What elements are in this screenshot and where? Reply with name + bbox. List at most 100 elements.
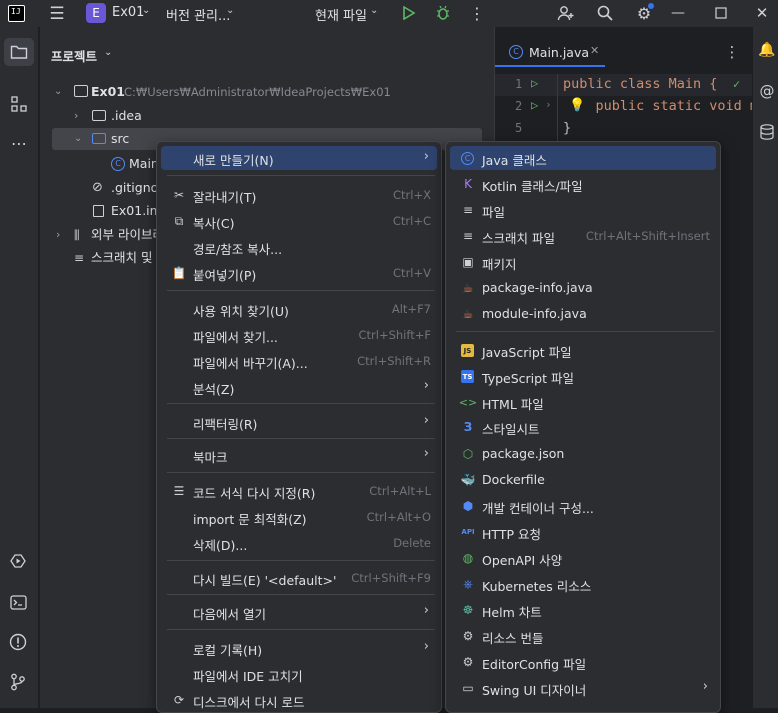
submenu-item-label: 패키지	[482, 257, 517, 272]
menu-item-cut[interactable]: ✂ 잘라내기(T) Ctrl+X	[161, 183, 437, 207]
debug-icon[interactable]	[434, 4, 452, 22]
submenu-item-kubernetes[interactable]: ⎈ Kubernetes 리소스	[450, 572, 716, 596]
tree-row-external-libraries[interactable]: › ⫼ 외부 라이브러리	[40, 224, 175, 246]
submenu-item-swing-ui[interactable]: ▭ Swing UI 디자이너 ›	[450, 676, 716, 700]
menu-item-delete[interactable]: 삭제(D)... Delete	[161, 531, 437, 555]
submenu-item-stylesheet[interactable]: З 스타일시트	[450, 415, 716, 439]
menu-item-replace-in-files[interactable]: 파일에서 바꾸기(A)... Ctrl+Shift+R	[161, 349, 437, 373]
context-menu: 새로 만들기(N) › ✂ 잘라내기(T) Ctrl+X ⧉ 복사(C) Ctr…	[156, 141, 442, 713]
menu-item-reformat[interactable]: ☰ 코드 서식 다시 지정(R) Ctrl+Alt+L	[161, 479, 437, 503]
menu-item-copy[interactable]: ⧉ 복사(C) Ctrl+C	[161, 209, 437, 233]
file-icon: ≡	[462, 203, 474, 217]
code-line-5[interactable]: 5 }	[495, 118, 753, 140]
menu-separator	[167, 403, 435, 404]
menu-item-optimize-imports[interactable]: import 문 최적화(Z) Ctrl+Alt+O	[161, 505, 437, 529]
submenu-item-module-info[interactable]: ☕ module-info.java	[450, 302, 716, 326]
menu-item-find-in-files[interactable]: 파일에서 찾기... Ctrl+Shift+F	[161, 323, 437, 347]
submenu-item-scratch[interactable]: ≡ 스크래치 파일 Ctrl+Alt+Shift+Insert	[450, 224, 716, 248]
menu-item-copy-path[interactable]: 경로/참조 복사...	[161, 235, 437, 259]
submenu-item-helm[interactable]: ☸ Helm 차트	[450, 598, 716, 622]
submenu-item-resource-bundle[interactable]: ⚙ 리소스 번들	[450, 624, 716, 648]
more-options-icon[interactable]: ⋮	[469, 3, 485, 23]
submenu-item-dev-container[interactable]: ⬢ 개발 컨테이너 구성...	[450, 494, 716, 518]
services-icon[interactable]	[8, 551, 28, 571]
html-icon: <>	[458, 395, 478, 409]
add-user-icon[interactable]	[556, 3, 576, 23]
submenu-item-html[interactable]: <> HTML 파일	[450, 390, 716, 414]
project-panel-title[interactable]: 프로젝트	[51, 46, 97, 65]
code-line-2[interactable]: 2 ▷ › 💡 public static void main	[495, 96, 778, 118]
menu-item-bookmarks[interactable]: 북마크 ›	[161, 443, 437, 467]
chevron-down-icon[interactable]: ⌄	[54, 81, 62, 103]
database-icon[interactable]	[758, 123, 776, 141]
project-tool-icon[interactable]	[4, 38, 34, 66]
chevron-down-icon[interactable]: ⌄	[104, 47, 112, 58]
submenu-item-kotlin[interactable]: K Kotlin 클래스/파일	[450, 172, 716, 196]
menu-item-repair-ide[interactable]: 파일에서 IDE 고치기	[161, 662, 437, 686]
submenu-item-javascript[interactable]: JS JavaScript 파일	[450, 338, 716, 362]
close-icon[interactable]: ✕	[752, 3, 772, 23]
menu-item-new[interactable]: 새로 만들기(N) ›	[161, 146, 437, 170]
menu-item-open-in[interactable]: 다음에서 열기 ›	[161, 600, 437, 624]
submenu-item-package-json[interactable]: ⬡ package.json	[450, 442, 716, 466]
submenu-item-typescript[interactable]: TS TypeScript 파일	[450, 364, 716, 388]
chevron-down-icon[interactable]: ⌄	[74, 128, 82, 150]
editor-more-icon[interactable]: ⋮	[725, 43, 740, 61]
source-folder-icon	[92, 133, 106, 144]
git-icon[interactable]	[8, 672, 28, 692]
menu-item-refactor[interactable]: 리팩터링(R) ›	[161, 410, 437, 434]
scissors-icon: ✂	[173, 188, 185, 202]
chevron-right-icon[interactable]: ›	[74, 105, 78, 127]
main-menu-icon[interactable]: ☰	[47, 4, 67, 24]
run-icon[interactable]	[400, 4, 418, 22]
tree-row-ex01[interactable]: ⌄ Ex01 C:₩Users₩Administrator₩IdeaProjec…	[40, 81, 494, 103]
submenu-item-java-class[interactable]: C Java 클래스	[450, 146, 716, 170]
menu-item-label: 다시 빌드(E) '<default>'	[193, 573, 337, 588]
vcs-widget[interactable]: 버전 관리...	[166, 5, 230, 24]
submenu-item-http-request[interactable]: API HTTP 요청	[450, 520, 716, 544]
submenu-item-file[interactable]: ≡ 파일	[450, 198, 716, 222]
submenu-item-package[interactable]: ▣ 패키지	[450, 250, 716, 274]
chevron-down-icon[interactable]: ⌄	[370, 5, 378, 16]
terminal-icon[interactable]	[8, 592, 28, 612]
code-line-1[interactable]: 1 ▷ public class Main { ✓	[495, 74, 753, 96]
submenu-item-dockerfile[interactable]: 🐳 Dockerfile	[450, 468, 716, 492]
submenu-item-editorconfig[interactable]: ⚙ EditorConfig 파일	[450, 650, 716, 674]
tree-row-gitignore[interactable]: ⊘ .gitignore	[40, 177, 171, 199]
chevron-right-icon: ›	[545, 98, 552, 111]
menu-item-paste[interactable]: 📋 붙여넣기(P) Ctrl+V	[161, 261, 437, 285]
settings-update-icon[interactable]: ⚙	[634, 3, 654, 23]
menu-item-label: 새로 만들기(N)	[193, 153, 274, 168]
intellij-logo-icon[interactable]: IJ	[8, 5, 25, 22]
close-tab-icon[interactable]: ✕	[590, 44, 599, 57]
search-icon[interactable]	[595, 3, 615, 23]
more-tools-icon[interactable]: ⋯	[9, 133, 29, 153]
tree-row-iml[interactable]: Ex01.iml	[40, 200, 165, 222]
submenu-item-label: 파일	[482, 205, 506, 220]
ai-assistant-icon[interactable]: @	[758, 82, 776, 100]
submenu-item-openapi[interactable]: ◍ OpenAPI 사양	[450, 546, 716, 570]
menu-item-find-usages[interactable]: 사용 위치 찾기(U) Alt+F7	[161, 297, 437, 321]
project-name[interactable]: Ex01	[112, 5, 144, 20]
submenu-item-package-info[interactable]: ☕ package-info.java	[450, 276, 716, 300]
tree-row-idea[interactable]: › .idea	[40, 105, 494, 127]
notifications-icon[interactable]: 🔔	[758, 41, 776, 59]
chevron-down-icon[interactable]: ⌄	[226, 5, 234, 16]
problems-icon[interactable]	[8, 632, 28, 652]
run-config-selector[interactable]: 현재 파일	[315, 5, 367, 24]
chevron-down-icon[interactable]: ⌄	[142, 5, 150, 16]
menu-item-analyze[interactable]: 분석(Z) ›	[161, 375, 437, 399]
minimize-icon[interactable]: —	[668, 3, 688, 23]
structure-tool-icon[interactable]	[9, 94, 29, 114]
maximize-icon[interactable]	[711, 3, 731, 23]
menu-item-rebuild[interactable]: 다시 빌드(E) '<default>' Ctrl+Shift+F9	[161, 566, 437, 590]
chevron-right-icon[interactable]: ›	[56, 224, 60, 246]
menu-item-local-history[interactable]: 로컬 기록(H) ›	[161, 636, 437, 660]
run-gutter-icon[interactable]: ▷	[531, 76, 538, 90]
tree-row-scratches[interactable]: ≡ 스크래치 및 콘솔	[40, 247, 179, 269]
project-badge[interactable]: E	[86, 3, 106, 23]
menu-item-reload-from-disk[interactable]: ⟳ 디스크에서 다시 로드	[161, 688, 437, 712]
run-gutter-icon[interactable]: ▷	[531, 98, 538, 112]
editor-tab-main[interactable]: C Main.java ✕	[495, 27, 605, 67]
tree-row-main[interactable]: C Main	[40, 153, 160, 175]
